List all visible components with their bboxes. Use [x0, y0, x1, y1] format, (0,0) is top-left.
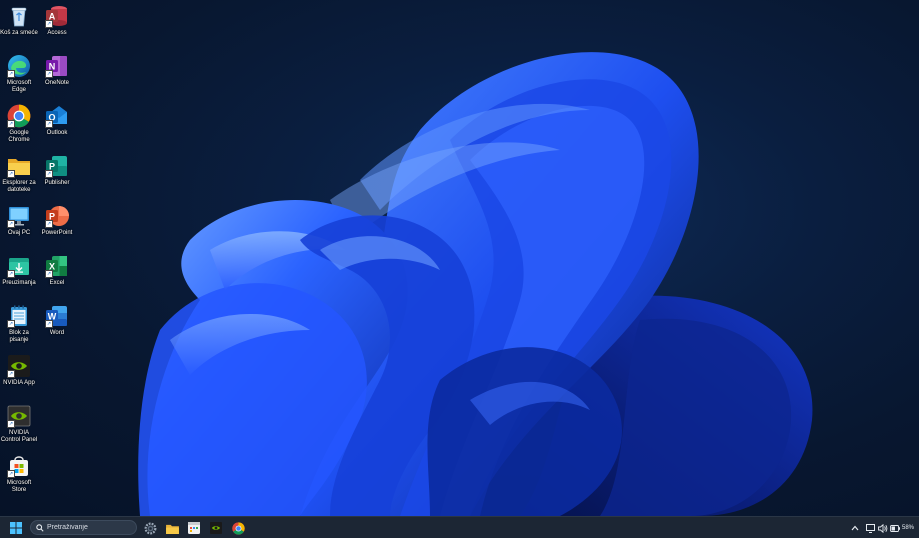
- desktop-icon-powerpoint[interactable]: P ↗ PowerPoint: [38, 204, 76, 237]
- desktop-icon-microsoft-edge[interactable]: ↗ Microsoft Edge: [0, 54, 38, 94]
- desktop-icon-label: Word: [49, 330, 65, 336]
- taskbar-settings-button[interactable]: [141, 519, 159, 537]
- notepad-icon: ↗: [7, 304, 31, 328]
- battery-icon: [890, 524, 900, 532]
- calendar-app-icon: [188, 522, 200, 534]
- desktop-icon-label: Microsoft Edge: [6, 80, 32, 93]
- taskbar-search-box[interactable]: [30, 520, 137, 535]
- shortcut-arrow-icon: ↗: [45, 70, 53, 78]
- taskbar-nvidia-button[interactable]: [207, 519, 225, 537]
- desktop-icon-label: Excel: [49, 280, 65, 286]
- publisher-icon: P ↗: [45, 154, 69, 178]
- shortcut-arrow-icon: ↗: [7, 470, 15, 478]
- shortcut-arrow-icon: ↗: [7, 370, 15, 378]
- shortcut-arrow-icon: ↗: [45, 20, 53, 28]
- desktop-icon-publisher[interactable]: P ↗ Publisher: [38, 154, 76, 187]
- edge-icon: ↗: [7, 54, 31, 78]
- desktop-icon-label: Preuzimanja: [2, 280, 36, 286]
- desktop-icon-label: Eksplorer za datoteke: [2, 180, 36, 193]
- desktop-icon-label: NVIDIA Control Panel: [0, 430, 38, 443]
- shortcut-arrow-icon: ↗: [45, 220, 53, 228]
- start-button[interactable]: [7, 519, 25, 537]
- desktop-icon-label: Google Chrome: [8, 130, 30, 143]
- tray-battery[interactable]: 58%: [890, 522, 914, 534]
- desktop-icon-label: NVIDIA App: [3, 380, 35, 386]
- taskbar-calendar-button[interactable]: [185, 519, 203, 537]
- nvidia-icon: [210, 522, 222, 534]
- desktop-icon-ovaj-pc[interactable]: ↗ Ovaj PC: [0, 204, 38, 237]
- desktop-icon-label: PowerPoint: [41, 230, 73, 236]
- taskbar: 58%: [0, 516, 919, 538]
- microsoft-store-icon: ↗: [7, 454, 31, 478]
- desktop-icon-onenote[interactable]: N ↗ OneNote: [38, 54, 76, 87]
- desktop-icon-outlook[interactable]: O ↗ Outlook: [38, 104, 76, 137]
- desktop-icon-preuzimanja[interactable]: ↗ Preuzimanja: [0, 254, 38, 287]
- desktop-icon-access[interactable]: A ↗ Access: [38, 4, 76, 37]
- excel-icon: X ↗: [45, 254, 69, 278]
- wallpaper-bloom: [138, 52, 813, 516]
- chevron-up-icon: [851, 525, 859, 531]
- nvidia-control-panel-icon: ↗: [7, 404, 31, 428]
- desktop[interactable]: Koš za smeće ↗ Microsoft Edge ↗ Google Chrom…: [0, 0, 919, 516]
- nvidia-app-icon: ↗: [7, 354, 31, 378]
- settings-icon: [144, 522, 156, 534]
- windows-start-icon: [10, 522, 22, 534]
- tray-overflow-chevron[interactable]: [851, 522, 859, 534]
- onenote-icon: N ↗: [45, 54, 69, 78]
- desktop-icon-label: Microsoft Store: [6, 480, 32, 493]
- shortcut-arrow-icon: ↗: [45, 270, 53, 278]
- tray-volume[interactable]: [878, 522, 888, 534]
- this-pc-icon: ↗: [7, 204, 31, 228]
- desktop-icon-microsoft-store[interactable]: ↗ Microsoft Store: [0, 454, 38, 494]
- outlook-icon: O ↗: [45, 104, 69, 128]
- shortcut-arrow-icon: ↗: [7, 70, 15, 78]
- desktop-icon-label: Access: [47, 30, 67, 36]
- shortcut-arrow-icon: ↗: [7, 270, 15, 278]
- desktop-icon-label: Outlook: [46, 130, 68, 136]
- desktop-icon-nvidia-app[interactable]: ↗ NVIDIA App: [0, 354, 38, 387]
- recycle-bin-icon: [7, 4, 31, 28]
- desktop-icon-blok-za-pisanje[interactable]: ↗ Blok za pisanje: [0, 304, 38, 344]
- desktop-icon-label: Blok za pisanje: [9, 330, 29, 343]
- shortcut-arrow-icon: ↗: [45, 120, 53, 128]
- shortcut-arrow-icon: ↗: [7, 220, 15, 228]
- shortcut-arrow-icon: ↗: [7, 170, 15, 178]
- shortcut-arrow-icon: ↗: [45, 320, 53, 328]
- desktop-icon-label: Ovaj PC: [7, 230, 31, 236]
- access-icon: A ↗: [45, 4, 69, 28]
- desktop-icon-eksplorer-za-datoteke[interactable]: ↗ Eksplorer za datoteke: [0, 154, 38, 194]
- desktop-icon-word[interactable]: W ↗ Word: [38, 304, 76, 337]
- taskbar-chrome-button[interactable]: [229, 519, 247, 537]
- chrome-icon: [231, 521, 245, 535]
- chrome-icon: ↗: [7, 104, 31, 128]
- desktop-icon-nvidia-control-panel[interactable]: ↗ NVIDIA Control Panel: [0, 404, 38, 444]
- desktop-icon-label: Koš za smeće: [0, 30, 38, 36]
- network-icon: [866, 523, 875, 533]
- desktop-icon-kos-za-smece[interactable]: Koš za smeće: [0, 4, 38, 37]
- shortcut-arrow-icon: ↗: [45, 170, 53, 178]
- tray-network[interactable]: [866, 522, 876, 534]
- shortcut-arrow-icon: ↗: [7, 120, 15, 128]
- desktop-icon-label: OneNote: [44, 80, 69, 86]
- search-icon: [36, 523, 44, 532]
- shortcut-arrow-icon: ↗: [7, 420, 15, 428]
- desktop-icon-excel[interactable]: X ↗ Excel: [38, 254, 76, 287]
- desktop-icon-label: Publisher: [44, 180, 70, 186]
- shortcut-arrow-icon: ↗: [7, 320, 15, 328]
- powerpoint-icon: P ↗: [45, 204, 69, 228]
- taskbar-file-explorer-button[interactable]: [163, 519, 181, 537]
- desktop-icon-google-chrome[interactable]: ↗ Google Chrome: [0, 104, 38, 144]
- file-explorer-icon: [165, 524, 179, 534]
- downloads-folder-icon: ↗: [7, 254, 31, 278]
- file-explorer-icon: ↗: [7, 154, 31, 178]
- word-icon: W ↗: [45, 304, 69, 328]
- volume-icon: [878, 523, 888, 533]
- search-input[interactable]: [47, 524, 132, 531]
- battery-percent-text: 58%: [902, 525, 915, 531]
